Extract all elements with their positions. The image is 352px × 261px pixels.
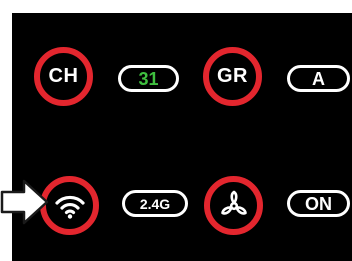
gear-label: GR xyxy=(217,65,248,87)
fan-value: ON xyxy=(305,193,332,214)
gear-value-pill: A xyxy=(287,65,350,92)
channel-value-pill: 31 xyxy=(118,65,179,92)
channel-value: 31 xyxy=(138,68,159,89)
fan-value-pill: ON xyxy=(287,190,350,217)
gear-value: A xyxy=(312,68,325,89)
status-panel: CH 31 GR A 2.4G ON xyxy=(12,13,352,261)
wifi-icon xyxy=(54,195,85,219)
channel-label: CH xyxy=(48,65,79,87)
fan-icon xyxy=(220,190,247,215)
wifi-value: 2.4G xyxy=(139,195,171,212)
wifi-value-pill: 2.4G xyxy=(122,190,188,217)
fan-indicator xyxy=(204,176,263,235)
pointer-arrow-icon xyxy=(0,179,49,225)
channel-indicator: CH xyxy=(34,47,93,106)
gear-indicator: GR xyxy=(203,47,262,106)
